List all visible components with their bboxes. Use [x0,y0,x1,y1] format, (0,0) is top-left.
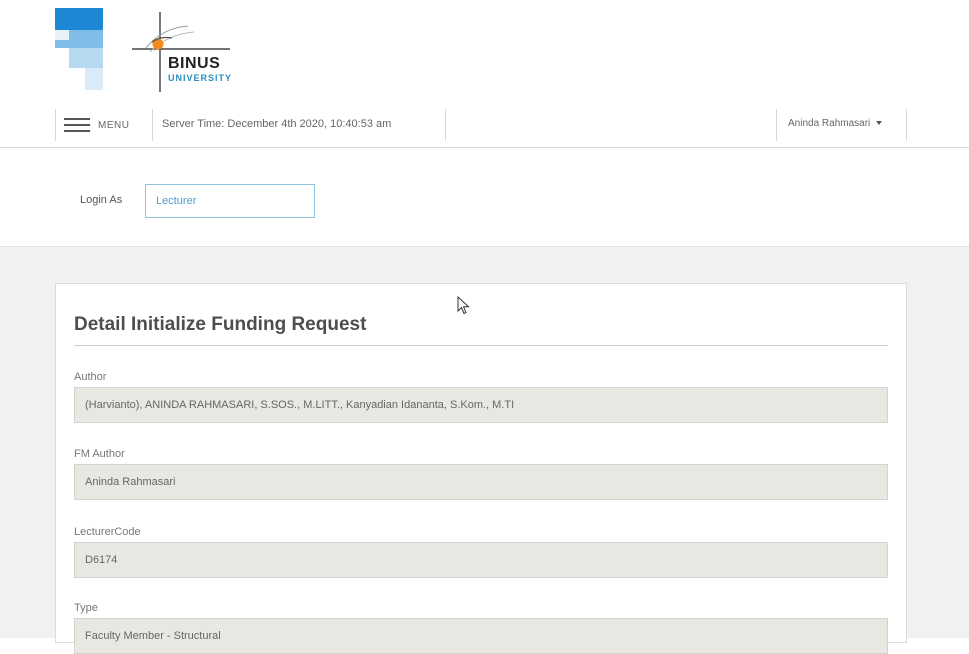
type-label: Type [74,602,98,614]
title-divider [74,345,888,346]
login-as-label: Login As [80,194,123,206]
nav-divider [445,109,446,141]
author-label: Author [74,371,107,383]
server-time: Server Time: December 4th 2020, 10:40:53… [162,118,392,130]
menu-label: MENU [98,119,130,131]
fm-author-field[interactable]: Aninda Rahmasari [74,464,888,500]
user-dropdown[interactable]: Aninda Rahmasari [788,118,883,129]
top-nav-bar: MENU Server Time: December 4th 2020, 10:… [0,103,969,148]
brand-name: BINUS [168,55,221,72]
hamburger-icon [64,118,90,132]
login-as-select[interactable]: Lecturer [145,184,315,218]
nav-divider [55,109,56,141]
type-field[interactable]: Faculty Member - Structural [74,618,888,654]
header-logo-area: BINUS UNIVERSITY [0,0,969,100]
caret-down-icon [876,121,883,126]
author-field[interactable]: (Harvianto), ANINDA RAHMASARI, S.SOS., M… [74,387,888,423]
nav-divider [776,109,777,141]
user-name: Aninda Rahmasari [788,118,871,129]
login-as-row: Login As Lecturer [0,148,969,246]
detail-card: Detail Initialize Funding Request Author… [55,283,907,654]
page-title: Detail Initialize Funding Request [74,314,367,335]
nav-divider [152,109,153,141]
brand-subtitle: UNIVERSITY [168,73,233,83]
mouse-cursor-icon [457,296,470,315]
fm-author-label: FM Author [74,448,125,460]
menu-button[interactable]: MENU [64,113,129,137]
nav-divider [906,109,907,141]
brand-pattern [55,8,103,90]
lecturer-code-label: LecturerCode [74,526,141,538]
lecturer-code-field[interactable]: D6174 [74,542,888,578]
